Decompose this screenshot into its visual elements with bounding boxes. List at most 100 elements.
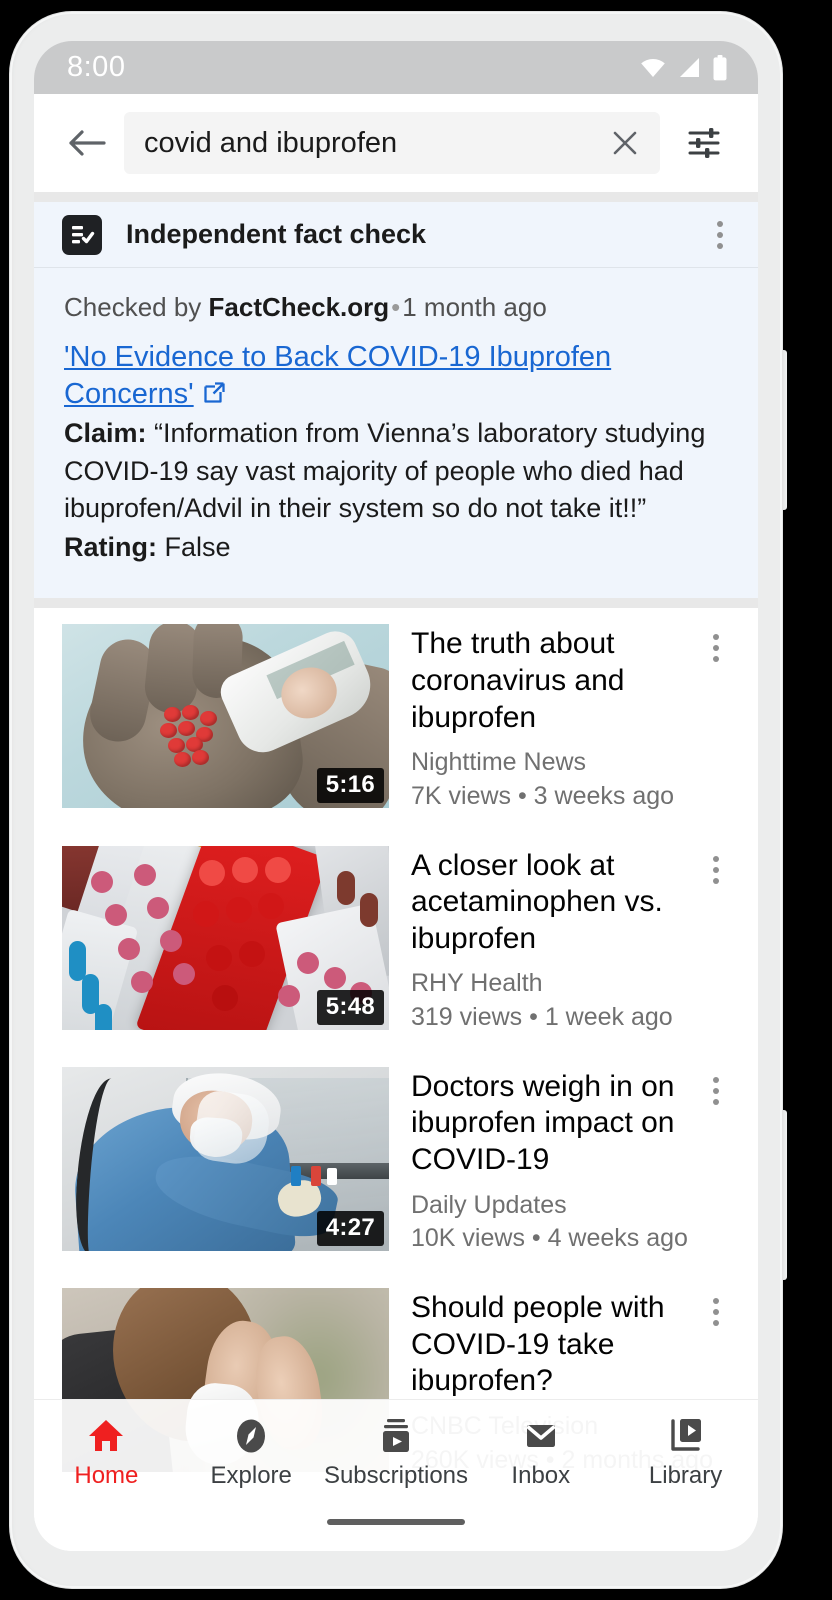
fact-check-source: Checked by FactCheck.org•1 month ago [64, 290, 728, 325]
nav-item-inbox[interactable]: Inbox [468, 1417, 613, 1490]
more-options-icon-dot [713, 1309, 719, 1316]
home-icon [89, 1420, 124, 1451]
video-menu-button[interactable] [696, 626, 736, 670]
status-time: 8:00 [67, 51, 126, 83]
more-options-icon-dot [713, 1087, 719, 1094]
fact-check-rating: Rating: False [64, 529, 728, 566]
video-title: The truth about coronavirus and ibuprofe… [411, 627, 625, 734]
fact-check-timeago: 1 month ago [402, 292, 547, 322]
fact-check-body: Checked by FactCheck.org•1 month ago 'No… [34, 268, 758, 598]
nav-label-subscriptions: Subscriptions [323, 1462, 469, 1489]
nav-label-inbox: Inbox [511, 1462, 571, 1489]
more-options-icon-dot [713, 866, 719, 873]
explore-compass-icon [237, 1419, 266, 1453]
cell-signal-icon [680, 57, 699, 77]
video-stats: 319 views • 1 week ago [411, 1003, 673, 1032]
video-duration: 5:16 [316, 768, 384, 804]
claim-label: Claim: [64, 418, 147, 449]
rating-label: Rating: [64, 532, 157, 563]
more-options-icon-dot [713, 877, 719, 884]
fact-check-menu-button[interactable] [700, 213, 740, 257]
filter-sliders-icon [688, 128, 720, 158]
video-channel: RHY Health [411, 969, 543, 998]
video-channel: Daily Updates [411, 1190, 567, 1219]
video-title: Doctors weigh in on ibuprofen impact on … [411, 1069, 675, 1177]
fact-check-headline-link[interactable]: 'No Evidence to Back COVID-19 Ibuprofen … [64, 341, 611, 410]
more-options-icon-dot [713, 1298, 719, 1305]
nav-item-explore[interactable]: Explore [179, 1417, 324, 1490]
more-options-icon-dot [717, 231, 723, 238]
library-icon [670, 1419, 701, 1451]
search-results-list: 5:16 The truth about coronavirus and ibu… [34, 608, 758, 1494]
inbox-envelope-icon [526, 1425, 556, 1447]
video-result-row[interactable]: 5:48 A closer look at acetaminophen vs. … [34, 830, 758, 1051]
more-options-icon-dot [713, 1320, 719, 1327]
more-options-icon-dot [713, 855, 719, 862]
claim-text: “Information from Vienna’s laboratory st… [64, 418, 706, 523]
nav-label-home: Home [74, 1462, 139, 1489]
video-meta: A closer look at acetaminophen vs. ibupr… [411, 846, 736, 1035]
home-indicator[interactable] [327, 1519, 465, 1525]
video-stats: 7K views • 3 weeks ago [411, 781, 675, 810]
status-icons [640, 54, 728, 81]
more-options-icon-dot [713, 634, 719, 641]
nav-label-library: Library [648, 1462, 723, 1489]
fact-check-card[interactable]: Independent fact check Checked by FactCh… [34, 202, 758, 599]
checked-by-prefix: Checked by [64, 292, 209, 322]
search-filter-button[interactable] [672, 112, 736, 174]
video-channel: Nighttime News [411, 748, 587, 777]
bottom-navigation-bar: Home Explore Subscriptions Inbox Library [34, 1399, 758, 1507]
back-button[interactable] [56, 112, 118, 174]
rating-value: False [164, 532, 231, 563]
status-bar: 8:00 [34, 41, 758, 94]
video-menu-button[interactable] [696, 1069, 736, 1113]
video-menu-button[interactable] [696, 1290, 736, 1334]
nav-item-library[interactable]: Library [613, 1417, 758, 1490]
video-thumbnail[interactable]: 4:27 [62, 1066, 389, 1251]
video-thumbnail[interactable]: 5:16 [62, 624, 389, 809]
section-divider [34, 192, 758, 202]
video-result-row[interactable]: 5:16 The truth about coronavirus and ibu… [34, 608, 758, 829]
phone-screen: 8:00 covid and ibuprofen Independent fac… [34, 41, 758, 1551]
open-in-new-icon [202, 378, 227, 415]
back-arrow-icon [69, 130, 106, 156]
video-thumbnail[interactable]: 5:48 [62, 845, 389, 1030]
video-meta: The truth about coronavirus and ibuprofe… [411, 624, 736, 813]
search-input-value: covid and ibuprofen [144, 126, 398, 159]
fact-check-publisher: FactCheck.org [208, 292, 390, 322]
power-button[interactable] [781, 1110, 787, 1280]
search-input[interactable]: covid and ibuprofen [124, 112, 660, 174]
wifi-icon [641, 58, 665, 77]
more-options-icon-dot [713, 645, 719, 652]
fact-check-icon [62, 214, 102, 255]
fact-check-headline-text: 'No Evidence to Back COVID-19 Ibuprofen … [64, 341, 612, 411]
fact-check-claim: Claim: “Information from Vienna’s labora… [64, 415, 728, 527]
source-separator: • [391, 292, 401, 322]
video-meta: Doctors weigh in on ibuprofen impact on … [411, 1067, 736, 1256]
video-stats: 10K views • 4 weeks ago [411, 1224, 688, 1253]
fact-check-glyph [72, 225, 95, 243]
more-options-icon-dot [717, 242, 723, 249]
fact-check-header: Independent fact check [34, 202, 758, 268]
video-title: A closer look at acetaminophen vs. ibupr… [411, 848, 663, 955]
section-divider [34, 598, 758, 609]
search-bar: covid and ibuprofen [34, 94, 758, 192]
nav-item-home[interactable]: Home [34, 1417, 179, 1490]
phone-frame: 8:00 covid and ibuprofen Independent fac… [10, 12, 787, 1588]
more-options-icon-dot [713, 1098, 719, 1105]
video-title: Should people with COVID-19 take ibuprof… [411, 1291, 665, 1398]
battery-icon [713, 54, 727, 80]
home-indicator-area [34, 1507, 758, 1551]
subscriptions-icon [382, 1419, 409, 1452]
close-icon [613, 131, 637, 155]
fact-check-title: Independent fact check [126, 219, 427, 249]
video-menu-button[interactable] [696, 848, 736, 892]
more-options-icon-dot [713, 656, 719, 663]
nav-item-subscriptions[interactable]: Subscriptions [324, 1417, 469, 1490]
clear-search-button[interactable] [602, 120, 648, 166]
volume-button[interactable] [781, 350, 787, 510]
video-duration: 5:48 [316, 989, 384, 1025]
nav-label-explore: Explore [210, 1462, 292, 1489]
video-result-row[interactable]: 4:27 Doctors weigh in on ibuprofen impac… [34, 1051, 758, 1272]
video-duration: 4:27 [316, 1210, 384, 1246]
